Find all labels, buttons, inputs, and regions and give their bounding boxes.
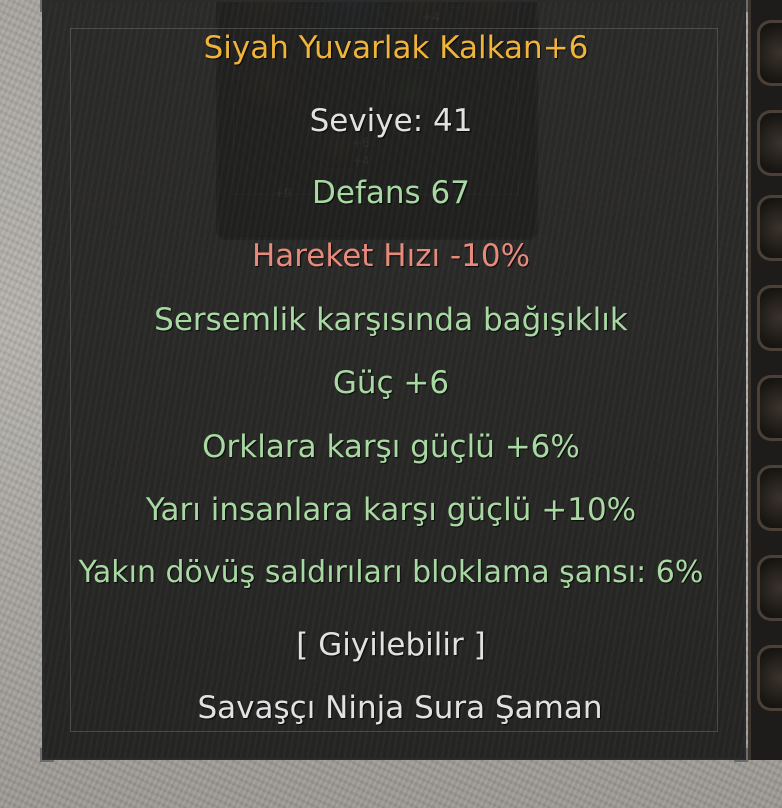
class-restrictions: Savaşçı Ninja Sura Şaman bbox=[197, 690, 603, 726]
item-level: Seviye: 41 bbox=[309, 103, 473, 139]
item-name: Siyah Yuvarlak Kalkan+6 bbox=[203, 30, 589, 66]
item-bonus: Orklara karşı güçlü +6% bbox=[202, 429, 580, 465]
item-bonus: Yakın dövüş saldırıları bloklama şansı: … bbox=[78, 555, 704, 590]
item-defense: Defans 67 bbox=[312, 175, 470, 211]
item-movement-penalty: Hareket Hızı -10% bbox=[251, 238, 531, 274]
item-bonus: Sersemlik karşısında bağışıklık bbox=[154, 302, 628, 338]
item-bonus: Yarı insanlara karşı güçlü +10% bbox=[145, 492, 637, 528]
item-bonus: Güç +6 bbox=[332, 365, 450, 401]
frame-corner bbox=[40, 748, 54, 762]
frame-corner bbox=[734, 0, 748, 12]
frame-corner bbox=[40, 0, 54, 12]
frame-corner bbox=[734, 748, 748, 762]
wearable-status: [ Giyilebilir ] bbox=[296, 627, 486, 663]
